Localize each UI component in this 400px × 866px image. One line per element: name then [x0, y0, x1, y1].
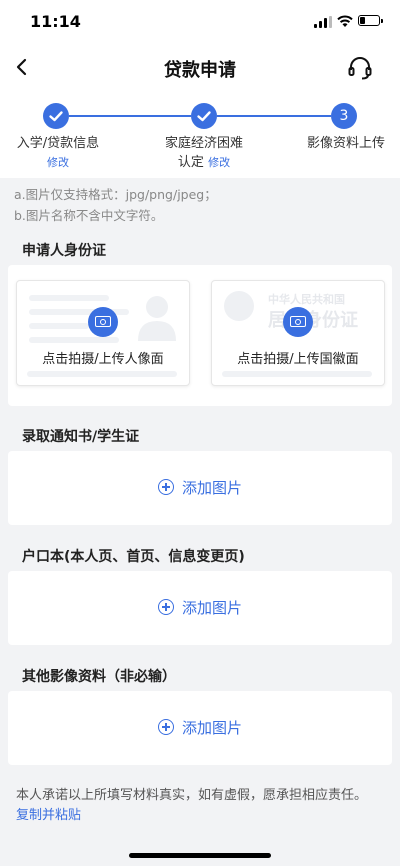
section-other-header: 其他影像资料（非必输） — [0, 658, 400, 690]
step-connector — [69, 115, 191, 117]
admission-add-image-button[interactable]: 添加图片 — [8, 477, 392, 498]
step-indicator: 3 入学/贷款信息 修改 家庭经济困难 认定 修改 影像资料上传 — [0, 90, 400, 178]
household-add-image-button[interactable]: 添加图片 — [8, 597, 392, 618]
step-3-current: 3 — [331, 103, 357, 129]
id-card-upload-card: 点击拍摄/上传人像面 中华人民共和国 居民身份证 点击拍摄/上传国徽面 — [8, 265, 392, 406]
nav-bar: 贷款申请 — [0, 44, 400, 90]
page-title: 贷款申请 — [164, 60, 236, 81]
add-circle-icon — [157, 479, 174, 495]
step-2-done-icon — [191, 103, 217, 129]
add-circle-icon — [157, 599, 174, 615]
admission-upload-card: 添加图片 — [8, 451, 392, 525]
status-time: 11:14 — [30, 12, 81, 31]
headset-icon[interactable] — [346, 54, 374, 82]
status-bar: 11:14 — [0, 0, 400, 44]
emblem-placeholder-icon — [224, 291, 254, 321]
section-admission-header: 录取通知书/学生证 — [0, 418, 400, 450]
wifi-icon — [337, 15, 353, 27]
id-front-label: 点击拍摄/上传人像面 — [42, 352, 164, 367]
battery-icon — [358, 15, 383, 26]
step-1-done-icon — [43, 103, 69, 129]
step-connector — [217, 115, 331, 117]
commitment-statement: 本人承诺以上所填写材料真实，如有虚假，愿承担相应责任。 复制并粘贴 — [16, 786, 391, 826]
step-1-label: 入学/贷款信息 修改 — [8, 134, 108, 172]
step-2-label: 家庭经济困难 认定 修改 — [164, 136, 243, 170]
camera-icon — [88, 307, 118, 337]
home-indicator[interactable] — [129, 853, 271, 858]
household-upload-card: 添加图片 — [8, 571, 392, 645]
id-back-label: 点击拍摄/上传国徽面 — [237, 352, 359, 367]
camera-icon — [283, 307, 313, 337]
id-front-upload[interactable]: 点击拍摄/上传人像面 — [16, 280, 190, 386]
step-2-edit-link[interactable]: 修改 — [208, 156, 230, 169]
upload-notes: a.图片仅支持格式：jpg/png/jpeg； b.图片名称不含中文字符。 — [14, 187, 217, 223]
step-1-edit-link[interactable]: 修改 — [8, 153, 108, 172]
id-back-upload[interactable]: 中华人民共和国 居民身份证 点击拍摄/上传国徽面 — [211, 280, 385, 386]
other-upload-card: 添加图片 — [8, 691, 392, 765]
section-id-card-header: 申请人身份证 — [0, 232, 400, 264]
step-3-label: 影像资料上传 — [306, 136, 385, 151]
section-household-header: 户口本(本人页、首页、信息变更页) — [0, 538, 400, 570]
signal-icon — [314, 16, 332, 28]
other-add-image-button[interactable]: 添加图片 — [8, 717, 392, 738]
id-back-watermark-line1: 中华人民共和国 — [268, 293, 345, 306]
portrait-placeholder-icon — [138, 296, 176, 341]
id-back-watermark-line2: 居民身份证 — [268, 310, 358, 331]
add-circle-icon — [157, 719, 174, 735]
copy-paste-link[interactable]: 复制并粘贴 — [16, 806, 391, 826]
